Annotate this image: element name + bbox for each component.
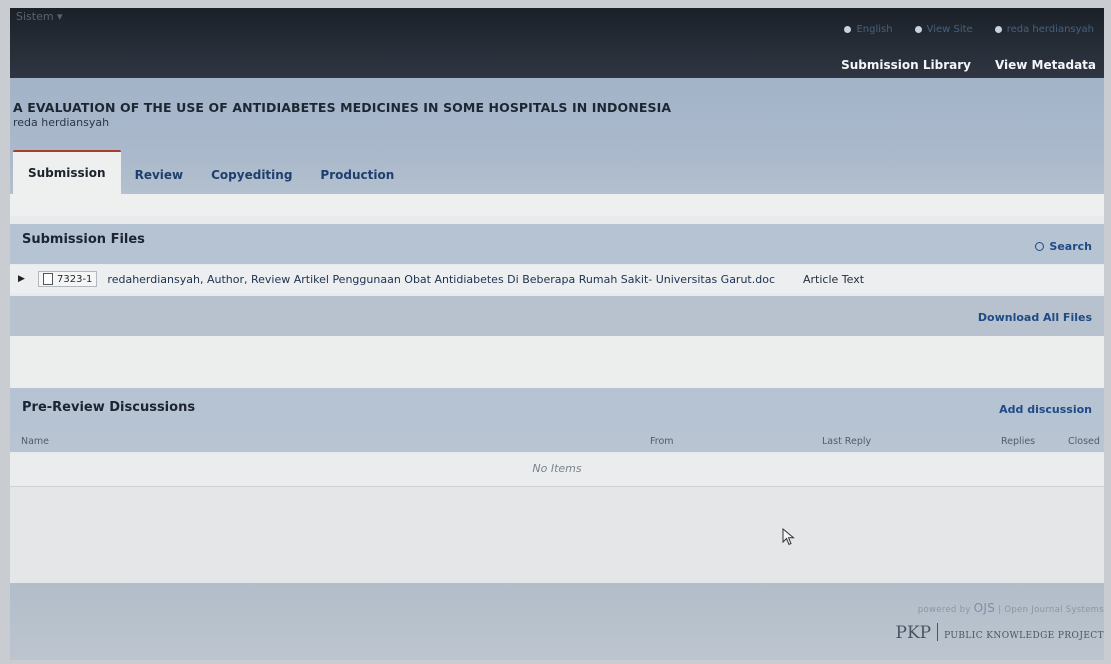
submission-nav: Submission Library View Metadata	[841, 58, 1096, 72]
mouse-cursor-icon	[782, 528, 795, 546]
app-frame: Sistem ▾ English View Site reda herdians…	[10, 8, 1104, 660]
pkp-logo[interactable]: PKP PUBLIC KNOWLEDGE PROJECT	[896, 623, 1104, 643]
search-label: Search	[1049, 240, 1092, 253]
powered-by-text: powered by	[917, 605, 971, 615]
language-label: English	[856, 24, 893, 35]
top-header: Sistem ▾ English View Site reda herdians…	[10, 8, 1104, 78]
file-name-link[interactable]: redaherdiansyah, Author, Review Artikel …	[107, 273, 775, 286]
column-from: From	[650, 436, 674, 447]
search-button[interactable]: Search	[1035, 240, 1092, 253]
submission-library-link[interactable]: Submission Library	[841, 58, 971, 72]
user-name-label: reda herdiansyah	[1006, 24, 1094, 35]
column-name: Name	[21, 436, 50, 447]
discussions-column-headers: Name From Last Reply Replies Closed	[10, 432, 1104, 452]
discussions-title: Pre-Review Discussions	[22, 400, 196, 415]
site-menu[interactable]: Sistem ▾	[16, 10, 63, 23]
workflow-tabs: Submission Review Copyediting Production	[13, 150, 408, 194]
no-items-text: No Items	[532, 462, 582, 475]
view-metadata-link[interactable]: View Metadata	[995, 58, 1096, 72]
ojs-full-name: Open Journal Systems	[1004, 605, 1104, 615]
user-icon	[994, 26, 1002, 33]
language-link[interactable]: English	[844, 24, 893, 35]
pre-review-discussions-header: Pre-Review Discussions Add discussion	[10, 388, 1104, 434]
submission-files-header: Submission Files Search	[10, 224, 1104, 264]
add-discussion-button[interactable]: Add discussion	[999, 403, 1092, 416]
submission-author: reda herdiansyah	[13, 116, 110, 129]
empty-row: No Items	[10, 454, 1104, 487]
file-row[interactable]: ▶ 7323-1 redaherdiansyah, Author, Review…	[10, 265, 1104, 293]
view-site-link[interactable]: View Site	[914, 24, 973, 35]
document-icon	[43, 273, 53, 285]
pkp-full-name: PUBLIC KNOWLEDGE PROJECT	[944, 631, 1104, 641]
page-footer: powered by OJS | Open Journal Systems PK…	[10, 583, 1104, 660]
view-site-label: View Site	[926, 24, 973, 35]
user-menu[interactable]: reda herdiansyah	[994, 24, 1094, 35]
download-all-files-button[interactable]: Download All Files	[978, 311, 1092, 324]
expand-arrow-icon[interactable]: ▶	[18, 274, 32, 284]
file-id-badge[interactable]: 7323-1	[38, 271, 98, 287]
submission-files-footer: Download All Files	[10, 296, 1104, 336]
column-last-reply: Last Reply	[822, 436, 872, 447]
eye-icon	[914, 26, 922, 33]
spacer	[10, 336, 1104, 388]
tab-content-top	[10, 194, 1104, 216]
file-type: Article Text	[803, 272, 865, 286]
tab-review[interactable]: Review	[121, 156, 198, 194]
tab-production[interactable]: Production	[306, 156, 408, 194]
search-icon	[1035, 242, 1045, 251]
tab-copyediting[interactable]: Copyediting	[197, 156, 306, 194]
submission-files-title: Submission Files	[22, 232, 145, 247]
pkp-divider	[937, 623, 939, 641]
file-id: 7323-1	[57, 273, 93, 285]
ojs-logo: OJS	[973, 601, 996, 615]
tab-submission[interactable]: Submission	[13, 150, 121, 194]
powered-by-ojs[interactable]: powered by OJS | Open Journal Systems	[918, 601, 1104, 615]
column-closed: Closed	[1068, 436, 1100, 447]
submission-title: A EVALUATION OF THE USE OF ANTIDIABETES …	[13, 100, 672, 115]
globe-icon	[844, 26, 852, 33]
column-replies: Replies	[1001, 436, 1036, 447]
submission-header: A EVALUATION OF THE USE OF ANTIDIABETES …	[10, 78, 1104, 206]
user-nav: English View Site reda herdiansyah	[844, 24, 1094, 35]
content-blank-area	[10, 487, 1104, 583]
pkp-mark: PKP	[895, 623, 932, 643]
